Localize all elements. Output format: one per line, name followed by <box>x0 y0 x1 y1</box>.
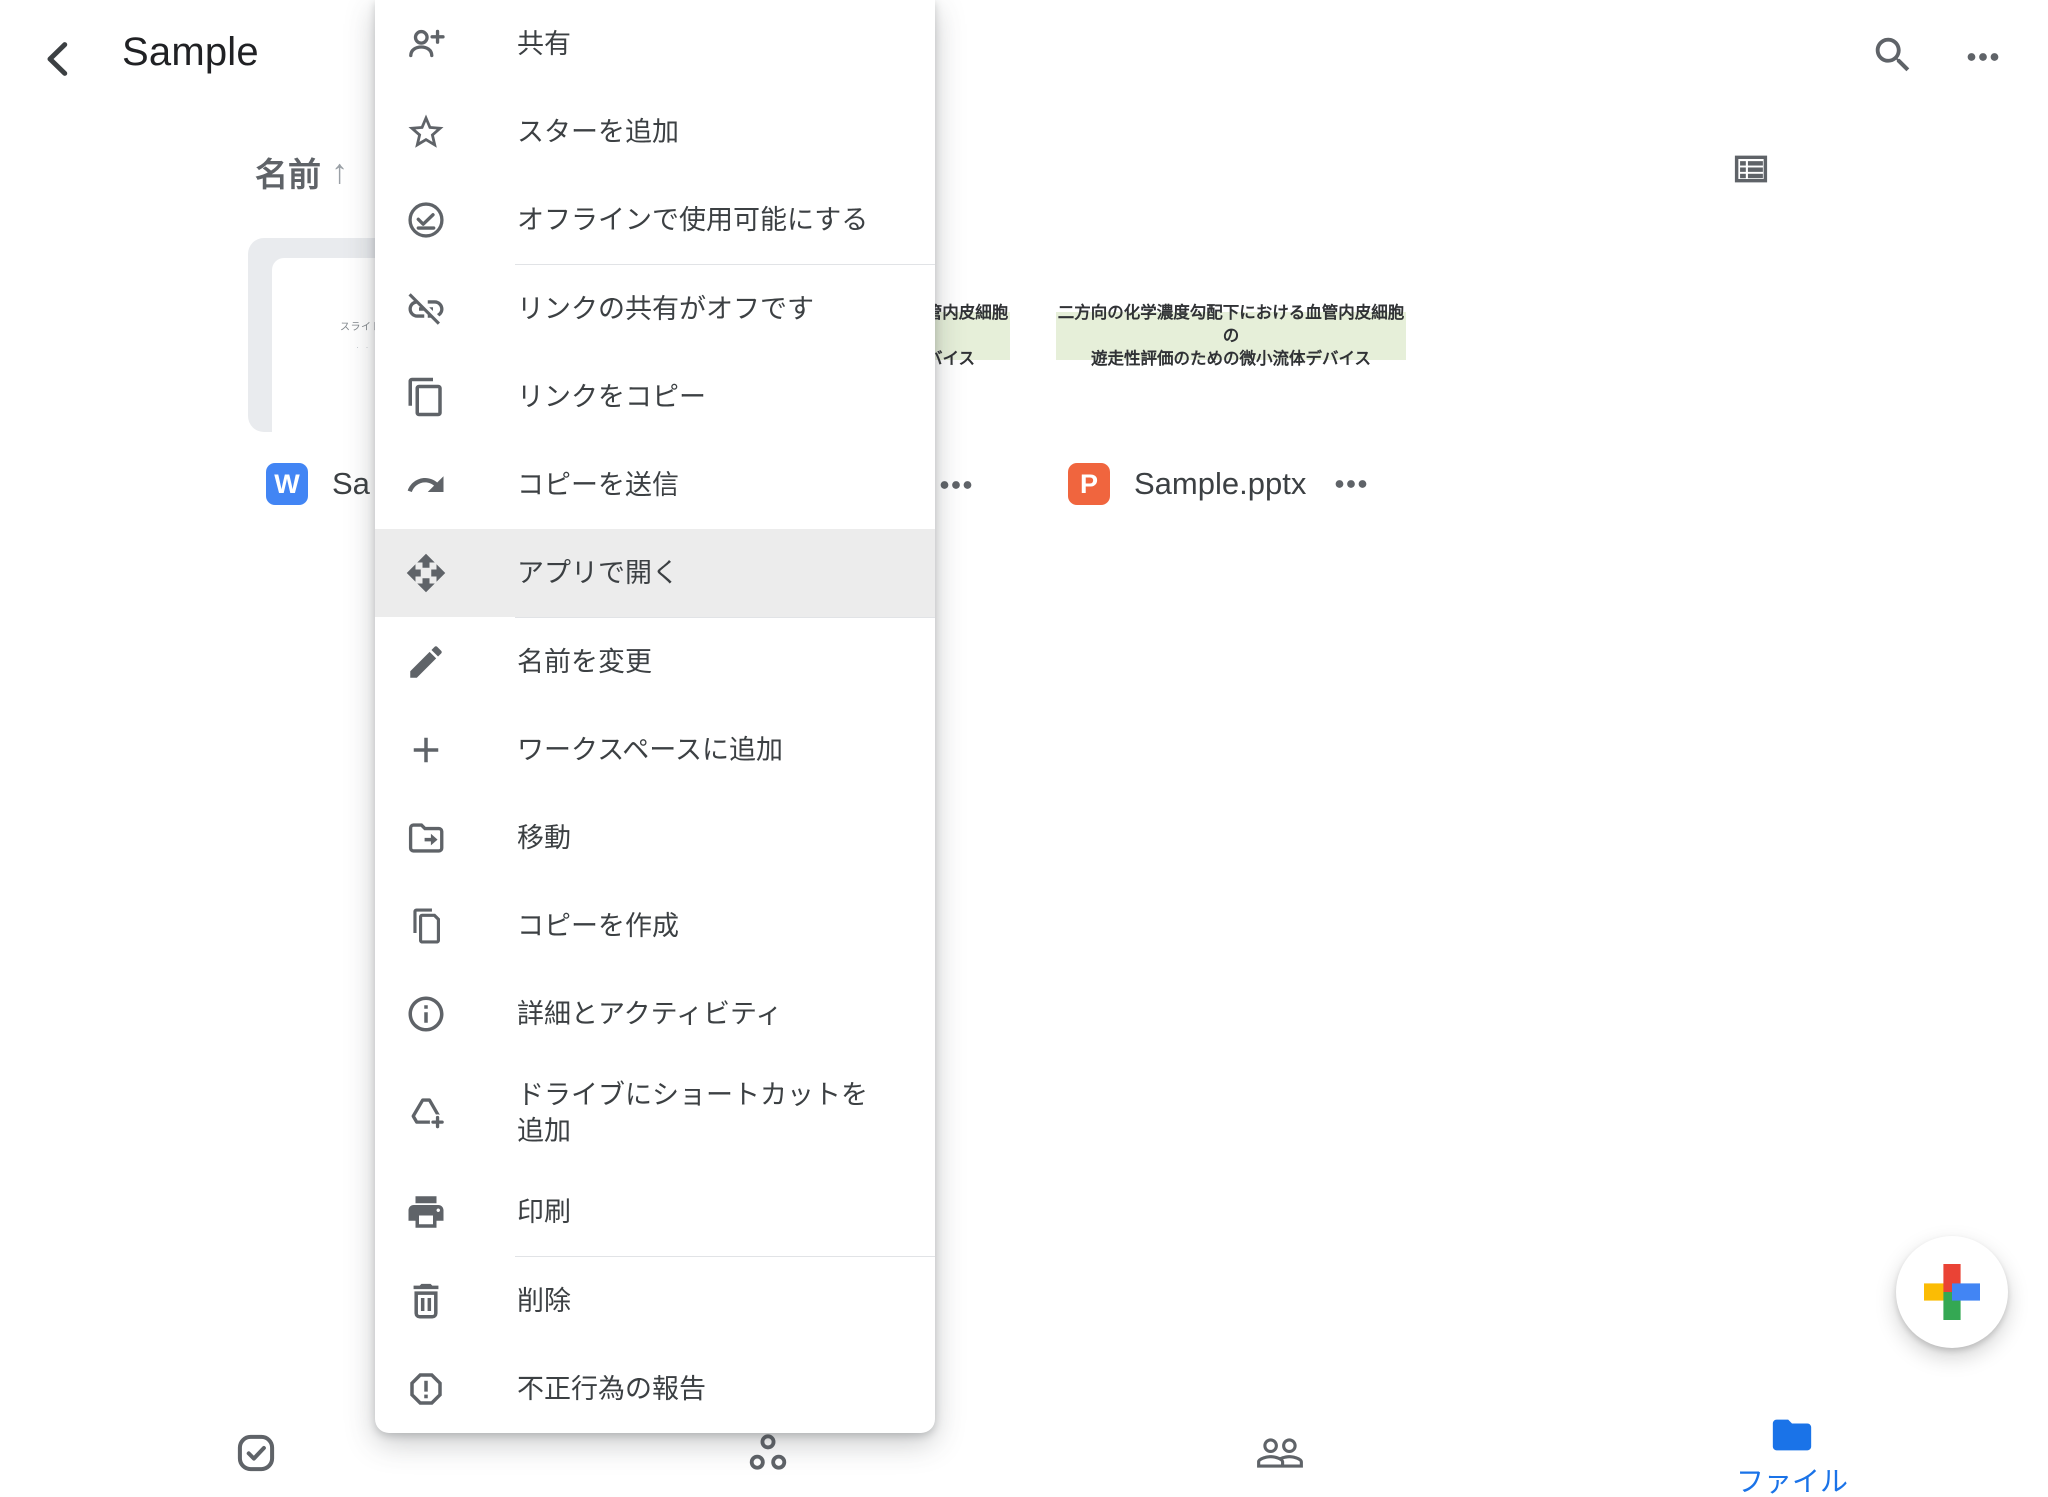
menu-item-label: ワークスペースに追加 <box>517 732 783 768</box>
chevron-left-icon <box>36 36 82 82</box>
menu-item-label: 移動 <box>517 820 571 856</box>
pptx-file-name: Sample.pptx <box>1134 466 1306 502</box>
report-icon <box>405 1368 447 1410</box>
menu-item-open-with-app[interactable]: アプリで開く <box>375 529 935 617</box>
rename-icon <box>405 641 447 683</box>
info-icon <box>405 993 447 1035</box>
menu-item-copy-link[interactable]: リンクをコピー <box>375 353 935 441</box>
sort-header[interactable]: 名前 ↑ <box>255 148 348 196</box>
add-shortcut-icon <box>405 1092 447 1134</box>
create-new-fab[interactable] <box>1896 1236 2008 1348</box>
menu-item-label: コピーを作成 <box>517 908 679 944</box>
menu-item-move[interactable]: 移動 <box>375 794 935 882</box>
bottom-navigation: ファイル <box>0 1408 2048 1497</box>
menu-item-add-to-workspace[interactable]: ワークスペースに追加 <box>375 706 935 794</box>
sort-label: 名前 <box>255 148 321 196</box>
menu-item-add-star[interactable]: スターを追加 <box>375 88 935 176</box>
link-off-icon <box>405 288 447 330</box>
pptx-thumbnail-title[interactable]: 二方向の化学濃度勾配下における血管内皮細胞の 遊走性評価のための微小流体デバイス <box>1056 312 1406 360</box>
delete-icon <box>405 1280 447 1322</box>
menu-item-make-copy[interactable]: コピーを作成 <box>375 882 935 970</box>
nav-tab-selected-items[interactable] <box>156 1408 356 1497</box>
menu-item-label: 詳細とアクティビティ <box>517 996 782 1032</box>
powerpoint-badge: P <box>1068 463 1110 505</box>
word-badge: W <box>266 463 308 505</box>
word-file-row[interactable]: W Sa <box>266 458 370 510</box>
print-icon <box>405 1191 447 1233</box>
menu-item-make-offline[interactable]: オフラインで使用可能にする <box>375 176 935 264</box>
pptx-file-row[interactable]: P Sample.pptx <box>1068 458 1374 510</box>
menu-item-share[interactable]: 共有 <box>375 0 935 88</box>
menu-item-label: アプリで開く <box>517 555 679 591</box>
menu-item-label: スターを追加 <box>517 114 679 150</box>
nav-tab-label: ファイル <box>1736 1460 1848 1497</box>
copy-link-icon <box>405 376 447 418</box>
menu-item-label: 印刷 <box>517 1194 571 1230</box>
google-plus-icon <box>1904 1244 2000 1340</box>
more-options-icon[interactable] <box>1958 34 2008 80</box>
workspaces-icon <box>745 1430 791 1476</box>
menu-item-delete[interactable]: 削除 <box>375 1257 935 1345</box>
search-icon[interactable] <box>1870 32 1916 78</box>
nav-tab-shared[interactable] <box>1180 1408 1380 1497</box>
add-icon <box>405 729 447 771</box>
make-copy-icon <box>405 905 447 947</box>
menu-item-label: 名前を変更 <box>517 644 652 680</box>
nav-tab-files[interactable]: ファイル <box>1692 1408 1892 1497</box>
menu-item-label: ドライブにショートカットを 追加 <box>517 1077 868 1149</box>
menu-item-label: 不正行為の報告 <box>517 1371 706 1407</box>
checkbox-icon <box>233 1430 279 1476</box>
star-icon <box>405 111 447 153</box>
menu-item-send-copy[interactable]: コピーを送信 <box>375 441 935 529</box>
pptx-more-icon[interactable] <box>1328 461 1374 507</box>
menu-item-link-sharing-off[interactable]: リンクの共有がオフです <box>375 265 935 353</box>
back-button[interactable] <box>36 36 82 82</box>
word-file-name: Sa <box>332 466 370 502</box>
send-copy-icon <box>405 464 447 506</box>
sort-ascending-icon: ↑ <box>331 153 348 192</box>
folder-icon <box>1769 1412 1815 1458</box>
menu-item-label: リンクをコピー <box>517 379 706 415</box>
menu-item-label: オフラインで使用可能にする <box>517 202 868 238</box>
menu-item-label: リンクの共有がオフです <box>517 291 814 327</box>
person-add-icon <box>405 23 447 65</box>
menu-item-rename[interactable]: 名前を変更 <box>375 618 935 706</box>
list-view-toggle-icon[interactable] <box>1728 146 1774 192</box>
page-title: Sample <box>122 30 259 75</box>
menu-item-label: 削除 <box>517 1283 571 1319</box>
open-with-icon <box>405 552 447 594</box>
file-context-menu: 共有 スターを追加 オフラインで使用可能にする リンクの共有がオフです <box>375 0 935 1433</box>
menu-item-print[interactable]: 印刷 <box>375 1168 935 1256</box>
people-icon <box>1253 1428 1307 1478</box>
menu-item-report-abuse[interactable]: 不正行為の報告 <box>375 1345 935 1433</box>
menu-item-details-activity[interactable]: 詳細とアクティビティ <box>375 970 935 1058</box>
hidden-file-more-icon[interactable] <box>933 462 979 508</box>
menu-item-add-shortcut[interactable]: ドライブにショートカットを 追加 <box>375 1058 935 1168</box>
menu-item-label: 共有 <box>517 26 571 62</box>
offline-pin-icon <box>405 199 447 241</box>
move-icon <box>405 817 447 859</box>
menu-item-label: コピーを送信 <box>517 467 679 503</box>
drive-app-screen: Sample 名前 ↑ スライド 1 · · · · · · 二方向の化学濃度勾… <box>0 0 2048 1497</box>
